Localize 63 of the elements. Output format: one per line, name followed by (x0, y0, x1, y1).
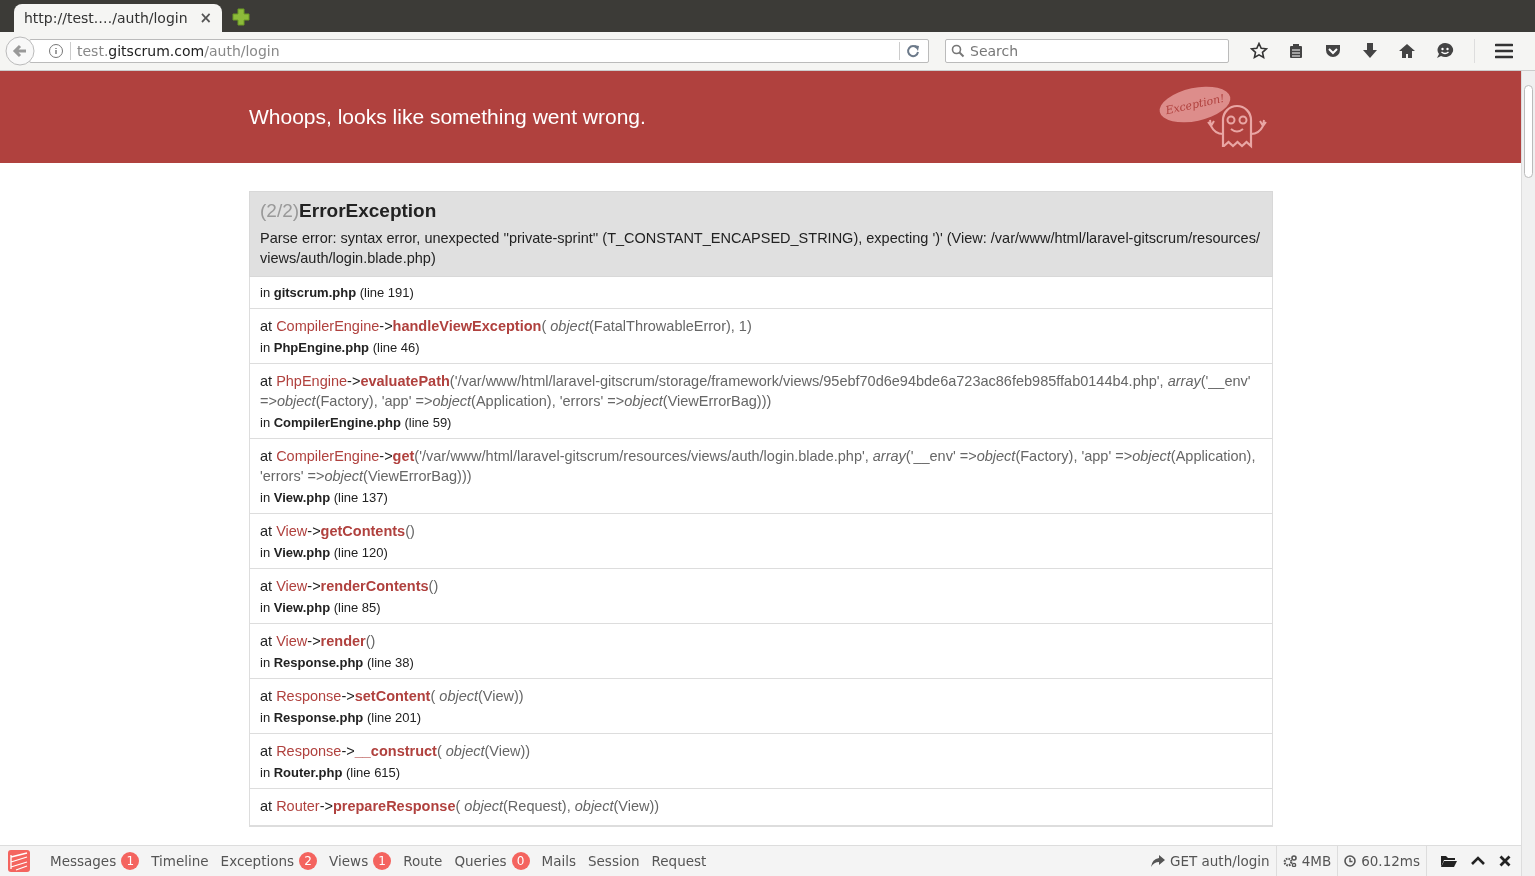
file-location: in View.php (line 137) (260, 489, 389, 507)
browser-tab[interactable]: http://test.…/auth/login × (14, 4, 222, 32)
tab-title: http://test.…/auth/login (24, 10, 188, 26)
search-field[interactable]: Search (945, 39, 1229, 63)
call-line: at CompilerEngine->get('/var/www/html/laravel-gitscrum/resources/views/auth/login.blade.php', array('__env' =>object(Factory), 'app' =>object(Application), 'errors' =>object(ViewErrorBag))) (260, 447, 1257, 486)
debug-tab[interactable]: Request (645, 846, 713, 876)
home-icon[interactable] (1398, 43, 1416, 59)
count-badge: 2 (299, 852, 318, 870)
chevron-up-icon[interactable] (1471, 856, 1485, 866)
reload-icon[interactable] (906, 44, 920, 58)
back-icon[interactable] (5, 36, 35, 66)
count-badge: 1 (373, 852, 392, 870)
file-location: in PhpEngine.php (line 46) (260, 339, 421, 357)
star-icon[interactable] (1250, 42, 1268, 60)
call-line: at View->getContents() (260, 522, 416, 541)
file-location: in Response.php (line 201) (260, 709, 423, 727)
share-icon (1151, 855, 1165, 867)
debug-tab[interactable]: Messages 1 (44, 846, 146, 876)
close-icon[interactable]: × (199, 9, 212, 27)
call-line: at CompilerEngine->handleViewException( object(FatalThrowableError), 1) (260, 317, 753, 336)
file-location: in CompilerEngine.php (line 59) (260, 414, 453, 432)
count-badge: 0 (511, 852, 530, 870)
call-line: at Response->setContent( object(View)) (260, 687, 525, 706)
file-location: in gitscrum.php (line 191) (260, 284, 415, 302)
error-headline: Whoops, looks like something went wrong. (249, 105, 646, 129)
debug-tab[interactable]: Queries 0 (448, 846, 536, 876)
download-icon[interactable] (1362, 42, 1378, 60)
time-text: 60.12ms (1361, 853, 1420, 869)
call-line: at PhpEngine->evaluatePath('/var/www/html/laravel-gitscrum/storage/framework/views/95ebf70d6e94bde6a723ac86feb985ffab0144b4.php', array('__env' =>object(Factory), 'app' =>object(Application), 'errors' =>object(ViewErrorBag))) (260, 372, 1252, 411)
debug-tab[interactable]: Views 1 (323, 846, 398, 876)
debug-tab[interactable]: Mails (535, 846, 582, 876)
call-line: at Response->__construct( object(View)) (260, 742, 532, 761)
debug-tab[interactable]: Exceptions 2 (214, 846, 324, 876)
file-location: in View.php (line 85) (260, 599, 382, 617)
call-line: at Router->prepareResponse( object(Request), object(View)) (260, 797, 661, 816)
folder-icon[interactable] (1441, 854, 1457, 868)
file-location: in Response.php (line 38) (260, 654, 415, 672)
debug-tab[interactable]: Timeline (145, 846, 215, 876)
close-icon[interactable] (1499, 855, 1511, 867)
clock-icon (1344, 855, 1357, 867)
clipboard-icon[interactable] (1288, 43, 1304, 59)
request-text: GET auth/login (1170, 853, 1270, 869)
count-badge: 1 (121, 852, 140, 870)
exception-title: (2/2)ErrorException (260, 200, 438, 222)
info-icon[interactable] (48, 43, 64, 59)
gears-icon (1282, 855, 1297, 867)
pocket-icon[interactable] (1324, 42, 1342, 60)
call-line: at View->render() (260, 632, 377, 651)
smiley-icon[interactable] (1436, 42, 1454, 60)
file-location: in Router.php (line 615) (260, 764, 402, 782)
memory-text: 4MB (1301, 853, 1332, 869)
url-text: test.gitscrum.com/auth/login (77, 43, 281, 59)
exception-message: Parse error: syntax error, unexpected ''private-sprint'' (T_CONSTANT_ENCAPSED_STRING), expecting ')' (View: /var/www/html/laravel-gitscrum/resources/views/auth/login.blade.php) (260, 229, 1261, 268)
debug-tab[interactable]: Session (582, 846, 646, 876)
plus-icon[interactable] (232, 8, 250, 26)
scrollbar-thumb[interactable] (1524, 85, 1533, 178)
menu-icon[interactable] (1495, 43, 1513, 59)
address-bar[interactable]: test.gitscrum.com/auth/login (29, 39, 929, 63)
file-location: in View.php (line 120) (260, 544, 389, 562)
logo-icon[interactable] (8, 850, 30, 872)
debug-tab[interactable]: Route (397, 846, 449, 876)
search-icon (951, 44, 965, 58)
call-line: at View->renderContents() (260, 577, 440, 596)
